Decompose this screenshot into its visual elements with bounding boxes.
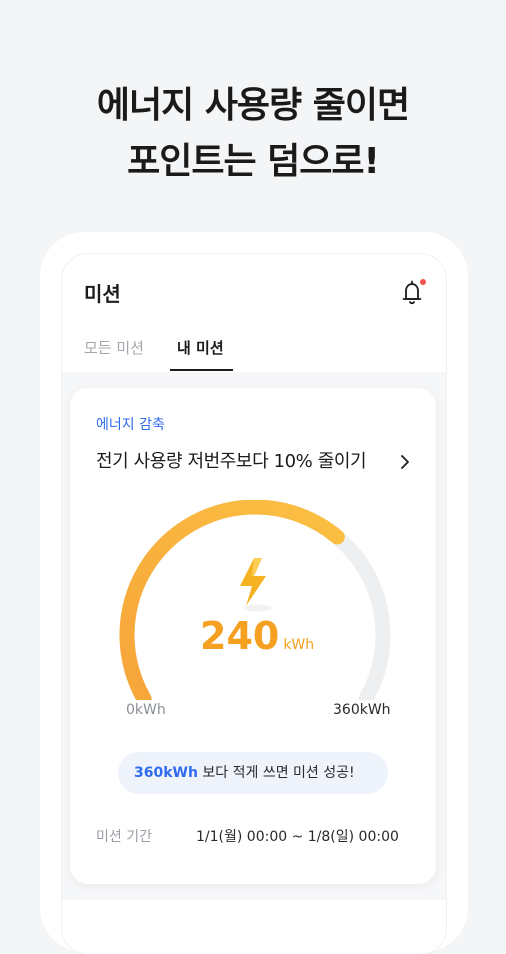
chevron-right-icon[interactable] [398,452,412,472]
promo-headline-line2: 포인트는 덤으로! [127,141,380,182]
promo-headline: 에너지 사용량 줄이면 포인트는 덤으로! [0,78,506,190]
usage-unit: kWh [283,637,315,653]
mission-tabs: 모든 미션 내 미션 [62,330,446,374]
gauge-max-label: 360kWh [333,702,391,718]
mission-period-value: 1/1(월) 00:00 ~ 1/8(일) 00:00 [196,829,399,845]
tab-my-missions[interactable]: 내 미션 [177,336,224,360]
mission-hint-text: 360kWh 보다 적게 쓰면 미션 성공! [134,762,355,784]
tab-all-missions[interactable]: 모든 미션 [84,336,144,360]
gauge-min-label: 0kWh [126,702,166,718]
notification-dot [420,279,426,285]
usage-number: 240 [200,614,280,658]
page-title: 미션 [84,282,121,306]
mission-category: 에너지 감축 [96,417,165,433]
hint-body: 보다 적게 쓰면 미션 성공! [197,765,355,781]
mission-title[interactable]: 전기 사용량 저번주보다 10% 줄이기 [96,448,367,476]
lightning-bolt-icon [240,558,272,612]
bell-icon[interactable] [398,278,428,308]
mission-period-label: 미션 기간 [96,829,152,845]
usage-value: 240 kWh [200,614,314,658]
hint-highlight: 360kWh [134,765,198,781]
promo-headline-line1: 에너지 사용량 줄이면 [96,85,410,126]
active-tab-indicator [170,369,233,371]
